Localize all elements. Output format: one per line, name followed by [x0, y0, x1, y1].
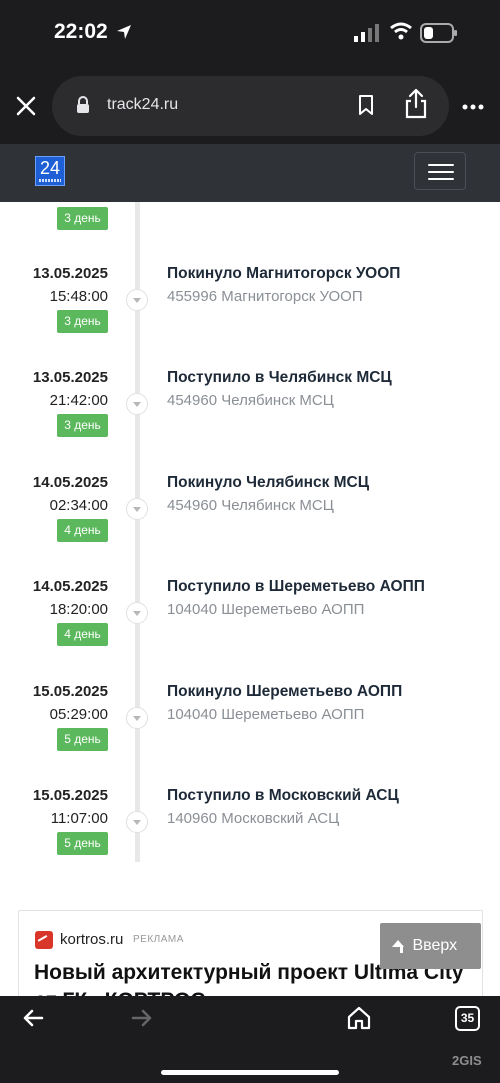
day-badge: 4 день — [57, 623, 108, 646]
timeline-event: 15.05.2025 05:29:00 5 день Покинуло Шере… — [0, 683, 500, 783]
event-date: 14.05.2025 — [32, 474, 108, 491]
bookmark-icon[interactable] — [357, 94, 375, 116]
event-date: 13.05.2025 — [32, 369, 108, 386]
share-icon[interactable] — [403, 88, 429, 120]
day-badge: 5 день — [57, 832, 108, 855]
status-bar: 22:02 — [0, 0, 500, 68]
wifi-icon — [390, 22, 412, 40]
event-location: 104040 Шереметьево АОПП — [167, 601, 365, 618]
event-title: Покинуло Челябинск МСЦ — [167, 474, 370, 491]
event-location: 104040 Шереметьево АОПП — [167, 706, 365, 723]
tabs-count: 35 — [460, 1011, 475, 1025]
day-badge: 3 день — [57, 310, 108, 333]
event-time: 15:48:00 — [49, 288, 108, 305]
address-bar[interactable]: track24.ru — [52, 76, 449, 136]
timeline-event: 14.05.2025 18:20:00 4 день Поступило в Ш… — [0, 578, 500, 678]
back-arrow-icon[interactable] — [22, 1008, 44, 1028]
timeline-dot-icon — [126, 811, 148, 833]
more-icon[interactable] — [462, 104, 484, 110]
url-text: track24.ru — [107, 96, 179, 113]
event-location: 140960 Московский АСЦ — [167, 810, 340, 827]
site-header: 24 — [0, 144, 500, 202]
timeline-dot-icon — [126, 289, 148, 311]
event-time: 11:07:00 — [50, 810, 108, 827]
home-icon[interactable] — [346, 1005, 372, 1031]
home-indicator — [161, 1070, 339, 1075]
tabs-button[interactable]: 35 — [455, 1006, 480, 1031]
day-badge: 5 день — [57, 728, 108, 751]
event-location: 454960 Челябинск МСЦ — [167, 392, 334, 409]
scroll-to-top-button[interactable]: Вверх — [380, 923, 481, 969]
timeline-dot-icon — [126, 602, 148, 624]
browser-toolbar: 35 2GIS — [0, 996, 500, 1083]
browser-bar: track24.ru — [0, 68, 500, 144]
forward-arrow-icon[interactable] — [131, 1008, 153, 1028]
event-time: 05:29:00 — [49, 706, 108, 723]
cellular-signal-icon — [354, 24, 379, 42]
event-time: 18:20:00 — [49, 601, 108, 618]
timeline-event: 13.05.2025 21:42:00 3 день Поступило в Ч… — [0, 369, 500, 469]
close-icon[interactable] — [12, 92, 40, 120]
event-date: 14.05.2025 — [32, 578, 108, 595]
event-date: 15.05.2025 — [32, 787, 108, 804]
event-date: 13.05.2025 — [32, 265, 108, 282]
site-logo[interactable]: 24 — [35, 156, 65, 186]
timeline-dot-icon — [126, 393, 148, 415]
kortros-logo-icon — [35, 931, 53, 949]
event-title: Покинуло Магнитогорск УООП — [167, 265, 401, 282]
event-title: Покинуло Шереметьево АОПП — [167, 683, 403, 700]
watermark: 2GIS — [452, 1053, 482, 1068]
timeline-event: 13.05.2025 15:48:00 3 день Покинуло Магн… — [0, 265, 500, 365]
event-time: 02:34:00 — [49, 497, 108, 514]
lock-icon — [77, 96, 89, 113]
timeline-event: 15.05.2025 11:07:00 5 день Поступило в М… — [0, 787, 500, 887]
timeline-dot-icon — [126, 707, 148, 729]
ad-site[interactable]: kortros.ru — [60, 931, 123, 948]
logo-text: 24 — [39, 158, 61, 178]
menu-button[interactable] — [414, 152, 466, 190]
status-time: 22:02 — [54, 20, 108, 43]
event-title: Поступило в Челябинск МСЦ — [167, 369, 392, 386]
event-location: 454960 Челябинск МСЦ — [167, 497, 334, 514]
event-title: Поступило в Шереметьево АОПП — [167, 578, 425, 595]
scroll-to-top-label: Вверх — [412, 937, 458, 954]
ad-label: РЕКЛАМА — [133, 934, 184, 945]
day-badge: 4 день — [57, 519, 108, 542]
event-location: 455996 Магнитогорск УООП — [167, 288, 363, 305]
day-badge: 3 день — [57, 207, 108, 230]
location-arrow-icon — [117, 25, 131, 39]
event-title: Поступило в Московский АСЦ — [167, 787, 399, 804]
timeline-dot-icon — [126, 498, 148, 520]
day-badge: 3 день — [57, 414, 108, 437]
tracking-content: 3 день 13.05.2025 15:48:00 3 день Покину… — [0, 202, 500, 996]
event-date: 15.05.2025 — [32, 683, 108, 700]
timeline-event: 14.05.2025 02:34:00 4 день Покинуло Челя… — [0, 474, 500, 574]
battery-icon — [420, 23, 457, 43]
event-time: 21:42:00 — [49, 392, 108, 409]
